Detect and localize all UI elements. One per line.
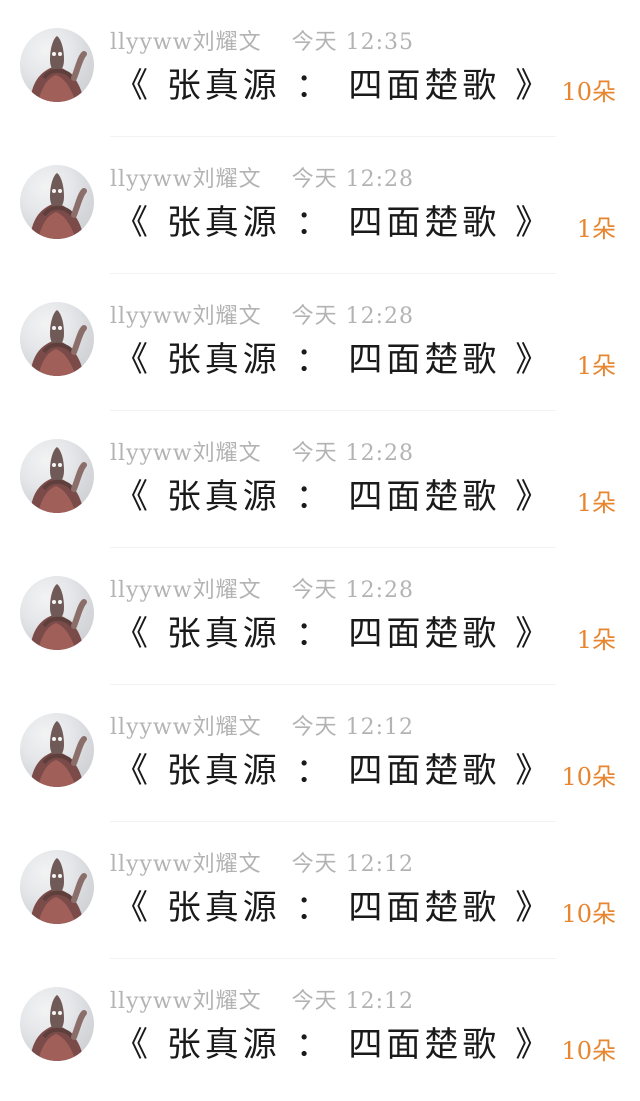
record-meta: llyyww刘耀文 今天 12:12: [110, 983, 414, 1015]
list-item[interactable]: llyyww刘耀文 今天 12:28 《 张真源 ： 四面楚歌 》 1朵: [0, 411, 640, 548]
username: llyyww刘耀文: [110, 578, 262, 603]
avatar[interactable]: [20, 850, 94, 924]
record-meta: llyyww刘耀文 今天 12:28: [110, 161, 414, 193]
record-meta: llyyww刘耀文 今天 12:28: [110, 435, 414, 467]
record-title: 《 张真源 ： 四面楚歌 》: [114, 340, 554, 380]
flower-count: 1朵: [576, 215, 616, 243]
timestamp: 今天 12:28: [291, 578, 414, 603]
list-item[interactable]: llyyww刘耀文 今天 12:12 《 张真源 ： 四面楚歌 》 10朵: [0, 685, 640, 822]
record-meta: llyyww刘耀文 今天 12:35: [110, 24, 414, 56]
username: llyyww刘耀文: [110, 715, 262, 740]
list-item[interactable]: llyyww刘耀文 今天 12:28 《 张真源 ： 四面楚歌 》 1朵: [0, 274, 640, 411]
avatar[interactable]: [20, 302, 94, 376]
timestamp: 今天 12:28: [291, 167, 414, 192]
flower-count: 10朵: [561, 78, 616, 106]
avatar-icon: [30, 36, 87, 102]
username: llyyww刘耀文: [110, 852, 262, 877]
timestamp: 今天 12:28: [291, 441, 414, 466]
flower-count: 1朵: [576, 489, 616, 517]
record-title: 《 张真源 ： 四面楚歌 》: [114, 751, 554, 791]
avatar-icon: [30, 721, 87, 787]
username: llyyww刘耀文: [110, 30, 262, 55]
list-item[interactable]: llyyww刘耀文 今天 12:28 《 张真源 ： 四面楚歌 》 1朵: [0, 137, 640, 274]
list-item[interactable]: llyyww刘耀文 今天 12:12 《 张真源 ： 四面楚歌 》 10朵: [0, 959, 640, 1096]
avatar[interactable]: [20, 165, 94, 239]
username: llyyww刘耀文: [110, 304, 262, 329]
flower-count: 10朵: [561, 1037, 616, 1065]
username: llyyww刘耀文: [110, 989, 262, 1014]
avatar[interactable]: [20, 28, 94, 102]
avatar[interactable]: [20, 987, 94, 1061]
gift-record-list: llyyww刘耀文 今天 12:35 《 张真源 ： 四面楚歌 》 10朵 ll…: [0, 0, 640, 1101]
list-item[interactable]: llyyww刘耀文 今天 12:35 《 张真源 ： 四面楚歌 》 10朵: [0, 0, 640, 137]
record-meta: llyyww刘耀文 今天 12:28: [110, 572, 414, 604]
flower-count: 10朵: [561, 900, 616, 928]
avatar[interactable]: [20, 576, 94, 650]
timestamp: 今天 12:12: [291, 715, 414, 740]
timestamp: 今天 12:35: [291, 30, 414, 55]
record-title: 《 张真源 ： 四面楚歌 》: [114, 614, 554, 654]
timestamp: 今天 12:12: [291, 852, 414, 877]
flower-count: 1朵: [576, 352, 616, 380]
list-item[interactable]: llyyww刘耀文 今天 12:12 《 张真源 ： 四面楚歌 》 10朵: [0, 822, 640, 959]
avatar[interactable]: [20, 713, 94, 787]
record-meta: llyyww刘耀文 今天 12:12: [110, 846, 414, 878]
timestamp: 今天 12:28: [291, 304, 414, 329]
record-title: 《 张真源 ： 四面楚歌 》: [114, 477, 554, 517]
list-item[interactable]: llyyww刘耀文 今天 12:28 《 张真源 ： 四面楚歌 》 1朵: [0, 548, 640, 685]
username: llyyww刘耀文: [110, 441, 262, 466]
timestamp: 今天 12:12: [291, 989, 414, 1014]
avatar-icon: [30, 310, 87, 376]
flower-count: 10朵: [561, 763, 616, 791]
avatar[interactable]: [20, 439, 94, 513]
record-title: 《 张真源 ： 四面楚歌 》: [114, 1025, 554, 1065]
avatar-icon: [30, 995, 87, 1061]
record-title: 《 张真源 ： 四面楚歌 》: [114, 888, 554, 928]
flower-count: 1朵: [576, 626, 616, 654]
avatar-icon: [30, 447, 87, 513]
record-title: 《 张真源 ： 四面楚歌 》: [114, 203, 554, 243]
record-meta: llyyww刘耀文 今天 12:12: [110, 709, 414, 741]
avatar-icon: [30, 858, 87, 924]
avatar-icon: [30, 584, 87, 650]
record-meta: llyyww刘耀文 今天 12:28: [110, 298, 414, 330]
avatar-icon: [30, 173, 87, 239]
username: llyyww刘耀文: [110, 167, 262, 192]
record-title: 《 张真源 ： 四面楚歌 》: [114, 66, 554, 106]
